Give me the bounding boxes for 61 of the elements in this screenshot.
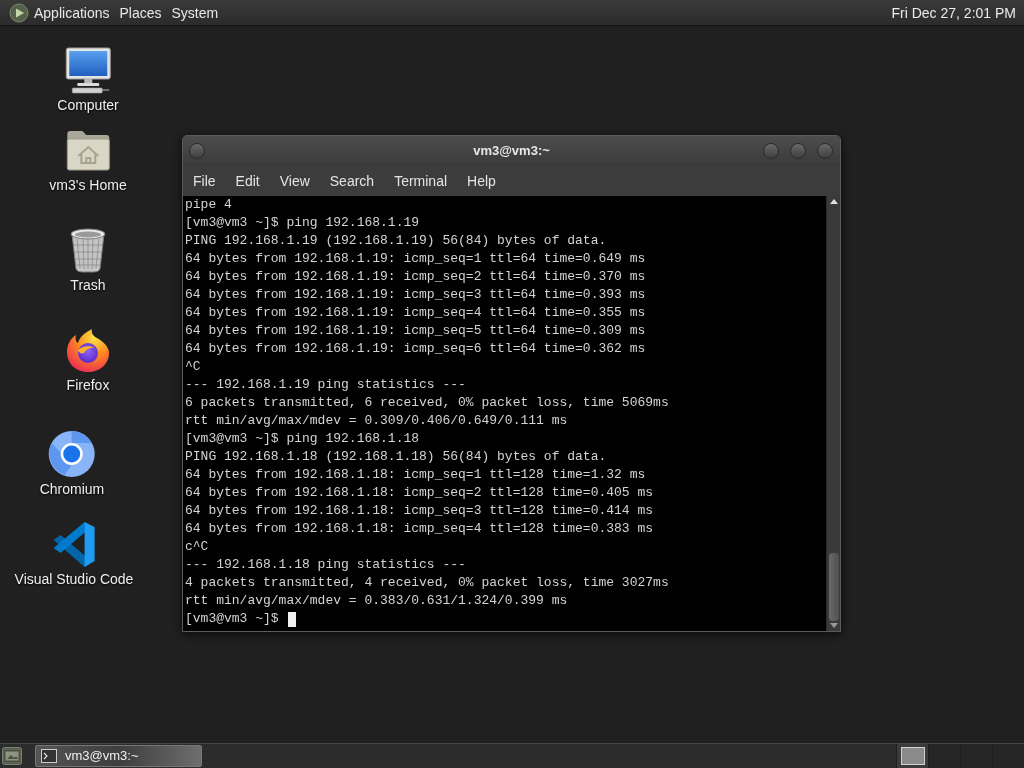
terminal-line: --- 192.168.1.18 ping statistics --- [185, 556, 466, 574]
terminal-line: rtt min/avg/max/mdev = 0.383/0.631/1.324/0.399 ms [185, 592, 568, 610]
terminal-line: 4 packets transmitted, 4 received, 0% packet loss, time 3027ms [185, 574, 669, 592]
terminal-line: c^C [185, 538, 209, 556]
scrollbar[interactable] [826, 196, 840, 631]
ring-logo-icon [48, 430, 96, 478]
desktop-icon-label[interactable]: Firefox [66, 376, 110, 394]
terminal-line: [vm3@vm3 ~]$ ping 192.168.1.19 [185, 214, 420, 232]
task-button[interactable]: vm3@vm3:~ [35, 745, 202, 767]
terminal-line: PING 192.168.1.19 (192.168.1.19) 56(84) bytes of data. [185, 232, 607, 250]
terminal-line: 64 bytes from 192.168.1.19: icmp_seq=4 ttl=64 time=0.355 ms [185, 304, 646, 322]
scroll-up-arrow-icon[interactable] [829, 199, 838, 204]
window-title: vm3@vm3:~ [473, 142, 550, 160]
terminal-line: 64 bytes from 192.168.1.19: icmp_seq=5 ttl=64 time=0.309 ms [185, 322, 646, 340]
trash-icon [68, 227, 108, 273]
terminal-line: 64 bytes from 192.168.1.18: icmp_seq=1 ttl=128 time=1.32 ms [185, 466, 646, 484]
menu-item[interactable]: Edit [225, 171, 270, 191]
menu-item[interactable]: Terminal [384, 171, 458, 191]
terminal-line: [vm3@vm3 ~]$ ping 192.168.1.18 [185, 430, 420, 448]
terminal-line: [vm3@vm3 ~]$ [185, 610, 279, 628]
ribbon-logo-icon [52, 521, 96, 567]
terminal-line: 64 bytes from 192.168.1.19: icmp_seq=2 ttl=64 time=0.370 ms [185, 268, 646, 286]
monitor-icon [63, 46, 113, 94]
terminal-line: 64 bytes from 192.168.1.19: icmp_seq=6 ttl=64 time=0.362 ms [185, 340, 646, 358]
close-button[interactable] [817, 143, 833, 159]
window-preview-icon [900, 747, 925, 765]
play-logo-icon [9, 2, 29, 23]
menu-item[interactable]: View [269, 171, 320, 191]
scroll-down-arrow-icon[interactable] [829, 623, 838, 628]
clock[interactable]: Fri Dec 27, 2:01 PM [891, 2, 1016, 23]
terminal-line: 64 bytes from 192.168.1.18: icmp_seq=2 ttl=128 time=0.405 ms [185, 484, 654, 502]
maximize-button[interactable] [790, 143, 806, 159]
terminal-icon [41, 749, 57, 763]
window-menu-button[interactable] [189, 143, 205, 159]
terminal-line: 64 bytes from 192.168.1.18: icmp_seq=4 ttl=128 time=0.383 ms [185, 520, 654, 538]
scrollbar-thumb[interactable] [828, 553, 839, 621]
desktop-icon-label[interactable]: Computer [57, 96, 119, 114]
terminal-line: 64 bytes from 192.168.1.18: icmp_seq=3 ttl=128 time=0.414 ms [185, 502, 654, 520]
flame-globe-icon [64, 326, 112, 374]
terminal-line: 64 bytes from 192.168.1.19: icmp_seq=3 ttl=64 time=0.393 ms [185, 286, 646, 304]
terminal-line: ^C [185, 358, 201, 376]
panel-menu[interactable]: Applications [29, 2, 115, 23]
minimize-button[interactable] [763, 143, 779, 159]
terminal-line: pipe 4 [185, 196, 232, 214]
panel-menu[interactable]: Places [114, 2, 167, 23]
show-desktop-icon[interactable] [2, 747, 22, 765]
terminal-line: 64 bytes from 192.168.1.19: icmp_seq=1 ttl=64 time=0.649 ms [185, 250, 646, 268]
terminal-line: rtt min/avg/max/mdev = 0.309/0.406/0.649/0.111 ms [185, 412, 568, 430]
menu-item[interactable]: Help [457, 171, 506, 191]
terminal-line: PING 192.168.1.18 (192.168.1.18) 56(84) bytes of data. [185, 448, 607, 466]
terminal-line: 6 packets transmitted, 6 received, 0% packet loss, time 5069ms [185, 394, 669, 412]
panel-menu[interactable]: System [166, 2, 224, 23]
desktop-icon-label[interactable]: Trash [70, 276, 106, 294]
desktop-icon-label[interactable]: vm3's Home [49, 176, 127, 194]
desktop-icon-label[interactable]: Chromium [39, 480, 105, 498]
desktop-icon-label[interactable]: Visual Studio Code [14, 570, 134, 588]
menu-item[interactable]: Search [319, 171, 385, 191]
home-folder-icon [65, 128, 111, 172]
workspace-button[interactable] [896, 744, 928, 768]
terminal-line: --- 192.168.1.19 ping statistics --- [185, 376, 466, 394]
menu-item[interactable]: File [183, 171, 226, 191]
